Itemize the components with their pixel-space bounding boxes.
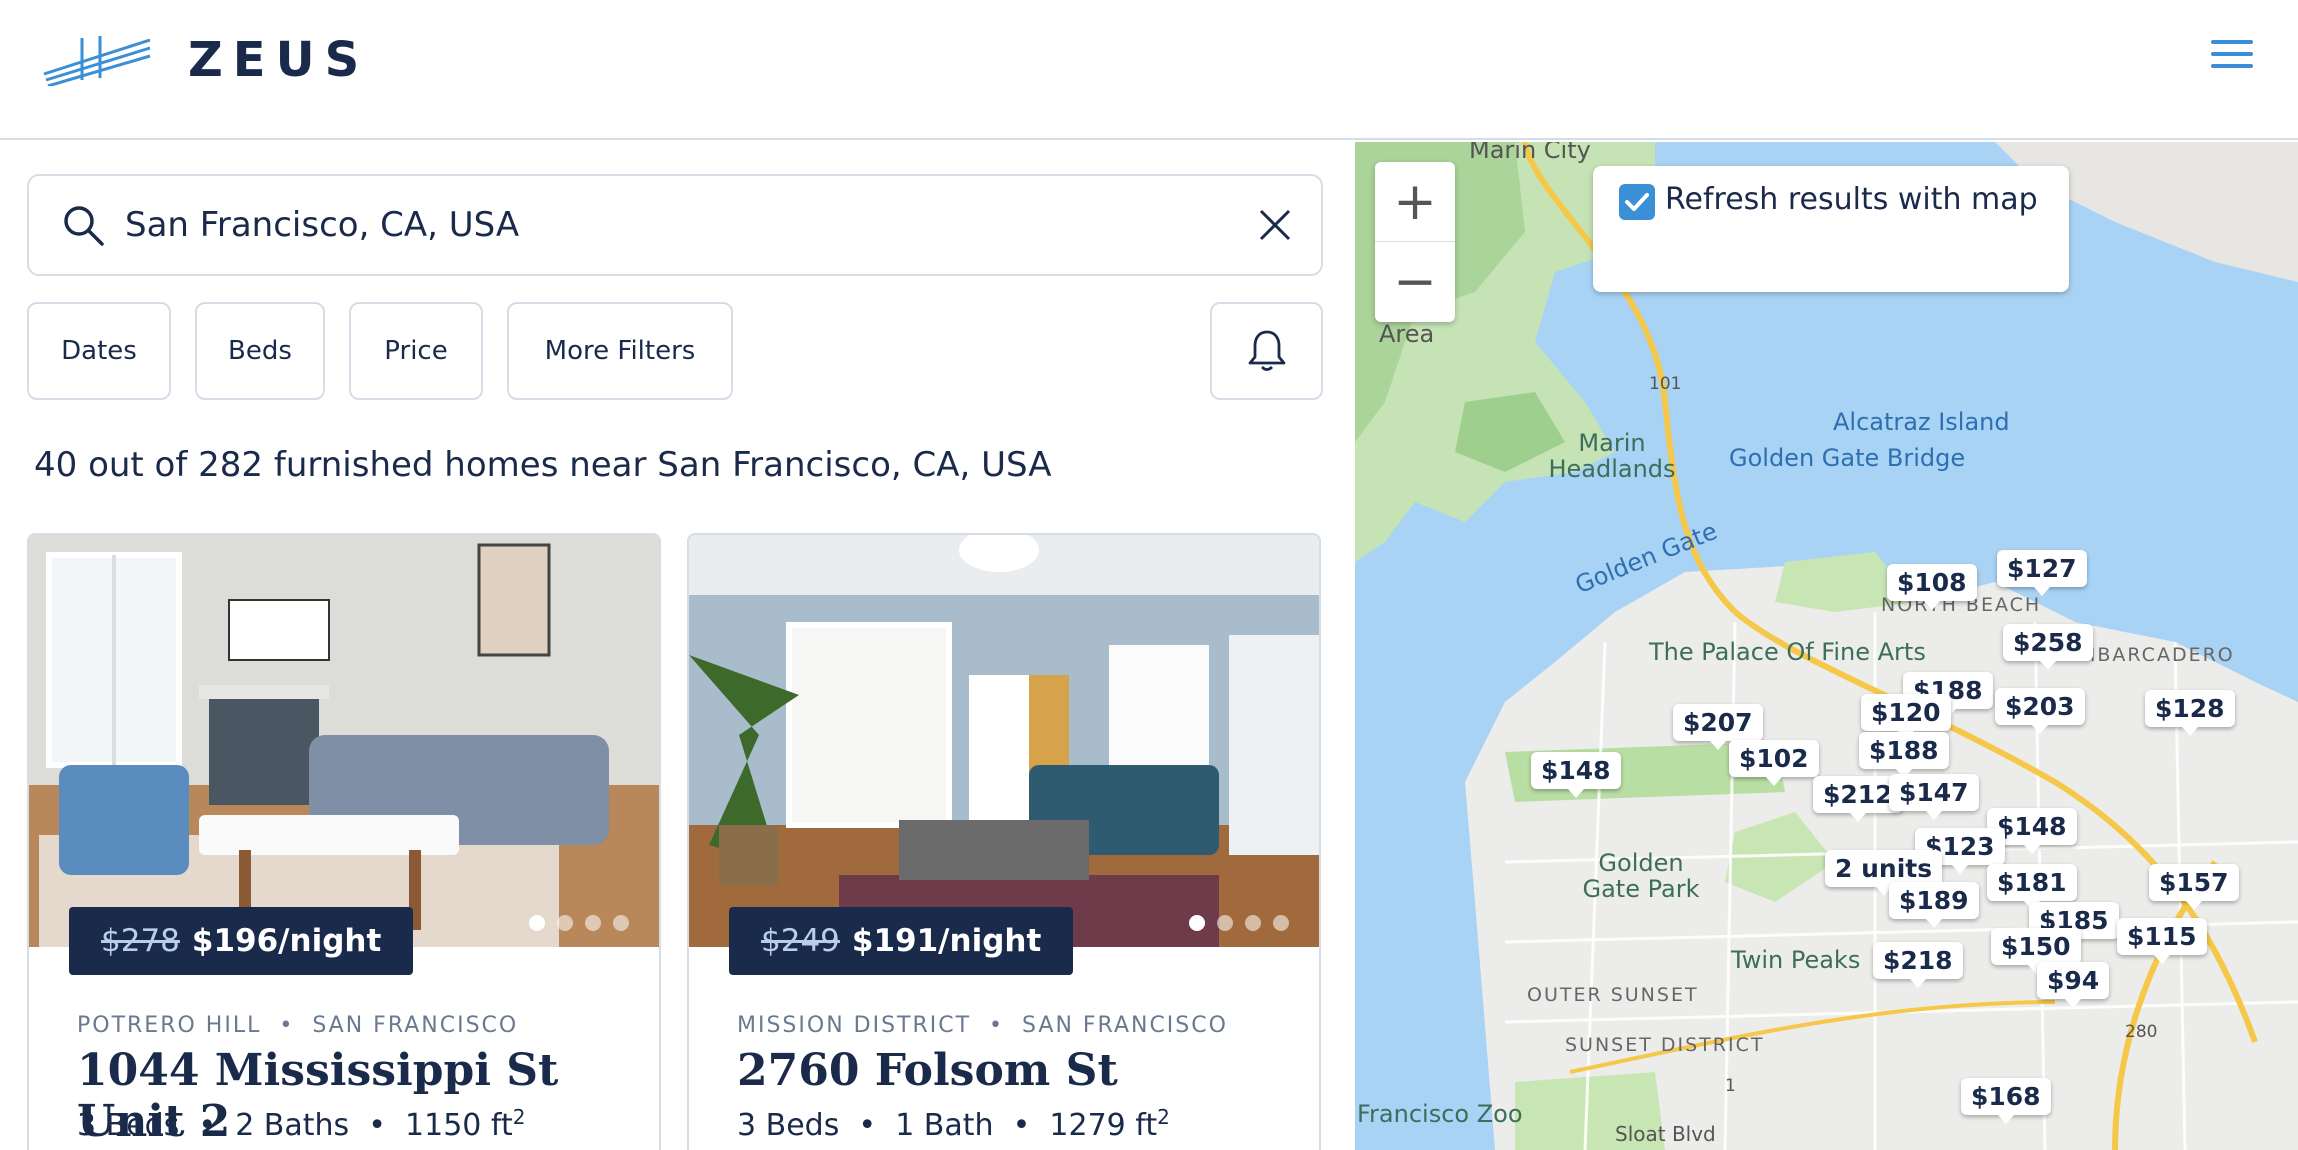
search-icon [64,206,104,246]
nightly-price: $196/night [191,923,382,959]
neighborhood-label: MISSION DISTRICT [737,1013,972,1038]
map-label-sunset-district: SUNSET DISTRICT [1565,1034,1765,1056]
map-label-marin-headlands: Marin Headlands [1548,429,1676,483]
map-price-pin[interactable]: $258 [2003,624,2093,670]
refresh-with-map-toggle[interactable]: Refresh results with map [1593,166,2069,292]
map-label-hwy280: 280 [2125,1022,2158,1042]
map-label-hwy101: 101 [1649,374,1682,394]
listing-address[interactable]: 2760 Folsom St [737,1045,1118,1096]
price-filter-button[interactable]: Price [349,302,483,400]
map-price-pin[interactable]: $94 [2037,962,2110,1008]
listing-card[interactable]: $278 $196/night POTRERO HILL • SAN FRANC… [27,533,661,1150]
hamburger-menu-icon[interactable] [2208,40,2256,80]
map-label-palace: The Palace Of Fine Arts [1649,638,1926,666]
area-unit-exponent: 2 [1157,1105,1170,1129]
neighborhood-label: POTRERO HILL [77,1013,262,1038]
map-price-pin[interactable]: $150 [1991,928,2081,974]
listing-location: MISSION DISTRICT • SAN FRANCISCO [737,1013,1228,1038]
map-label-outer-sunset: OUTER SUNSET [1527,984,1699,1006]
beds-filter-button[interactable]: Beds [195,302,325,400]
beds-count: 3 Beds [737,1108,840,1143]
zoom-out-button[interactable]: − [1375,242,1455,322]
map-price-pin[interactable]: $147 [1889,774,1979,820]
map-price-pin[interactable]: $157 [2149,864,2239,910]
map-label-marin-city: Marin City [1469,142,1591,164]
results-count: 40 out of 282 furnished homes near San F… [34,445,1052,485]
clear-search-icon[interactable] [1255,205,1295,245]
map-price-pin[interactable]: $188 [1859,732,1949,778]
more-filters-button[interactable]: More Filters [507,302,733,400]
listing-card[interactable]: $249 $191/night MISSION DISTRICT • SAN F… [687,533,1321,1150]
photo-carousel-dots[interactable] [1189,915,1289,931]
map-price-pin[interactable]: $108 [1887,564,1977,610]
map-price-pin[interactable]: $189 [1889,882,1979,928]
baths-count: 1 Bath [895,1108,994,1143]
search-input[interactable]: San Francisco, CA, USA [125,205,1255,245]
map-price-pin[interactable]: $207 [1673,704,1763,750]
original-price: $249 [761,923,840,959]
brand-name: ZEUS [188,32,370,88]
map-label-hwy1: 1 [1725,1076,1736,1096]
map-price-pin[interactable]: $115 [2117,918,2207,964]
brand-logo[interactable]: ZEUS [42,30,369,90]
listings-pane: San Francisco, CA, USA Dates Beds Price … [0,142,1354,1150]
checkmark-icon [1625,193,1649,211]
map-price-pin[interactable]: $203 [1995,688,2085,734]
area-unit-exponent: 2 [512,1105,526,1129]
baths-count: 2 Baths [235,1108,350,1143]
map-price-pin[interactable]: $120 [1861,694,1951,740]
beds-count: 3 Beds [77,1108,180,1143]
map-label-golden-gate-park: Golden Gate Park [1582,849,1700,903]
price-badge: $249 $191/night [729,907,1074,975]
zeus-logo-icon [43,36,151,86]
map-label-golden-gate-bridge: Golden Gate Bridge [1729,444,1966,472]
listing-specs: 3 Beds • 2 Baths • 1150 ft2 [77,1105,526,1143]
zoom-in-button[interactable]: + [1375,162,1455,242]
dates-filter-button[interactable]: Dates [27,302,171,400]
zoom-controls: + − [1375,162,1455,322]
filter-bar: Dates Beds Price More Filters [27,302,1323,402]
listing-photo[interactable] [689,535,1319,947]
map-price-pin[interactable]: $181 [1987,864,2077,910]
map-label-area: Area [1379,320,1435,348]
map-label-alcatraz: Alcatraz Island [1833,408,2010,436]
photo-carousel-dots[interactable] [529,915,629,931]
map-label-sloat-blvd: Sloat Blvd [1615,1122,1716,1146]
city-label: SAN FRANCISCO [312,1013,519,1038]
area-size: 1150 ft [405,1108,513,1143]
map-price-pin[interactable]: $102 [1729,740,1819,786]
map-view[interactable]: + − Refresh results with map Marin City … [1355,142,2298,1150]
listing-photo[interactable] [29,535,659,947]
price-badge: $278 $196/night [69,907,414,975]
top-header: ZEUS [0,0,2298,140]
original-price: $278 [101,923,180,959]
listing-location: POTRERO HILL • SAN FRANCISCO [77,1013,519,1038]
map-price-pin[interactable]: $127 [1997,550,2087,596]
area-size: 1279 ft [1049,1108,1158,1143]
location-search[interactable]: San Francisco, CA, USA [27,174,1323,276]
map-price-pin[interactable]: $128 [2145,690,2235,736]
map-price-pin[interactable]: $168 [1961,1078,2051,1124]
map-price-pin[interactable]: $218 [1873,942,1963,988]
map-price-pin[interactable]: $148 [1531,752,1621,798]
bell-icon [1248,330,1285,371]
refresh-checkbox[interactable] [1619,184,1655,220]
alerts-button[interactable] [1210,302,1323,400]
refresh-label: Refresh results with map [1665,182,2038,217]
map-label-sf-zoo: Francisco Zoo [1357,1100,1523,1128]
nightly-price: $191/night [851,923,1042,959]
city-label: SAN FRANCISCO [1022,1013,1228,1038]
map-label-twin-peaks: Twin Peaks [1731,946,1861,974]
listing-specs: 3 Beds • 1 Bath • 1279 ft2 [737,1105,1170,1143]
